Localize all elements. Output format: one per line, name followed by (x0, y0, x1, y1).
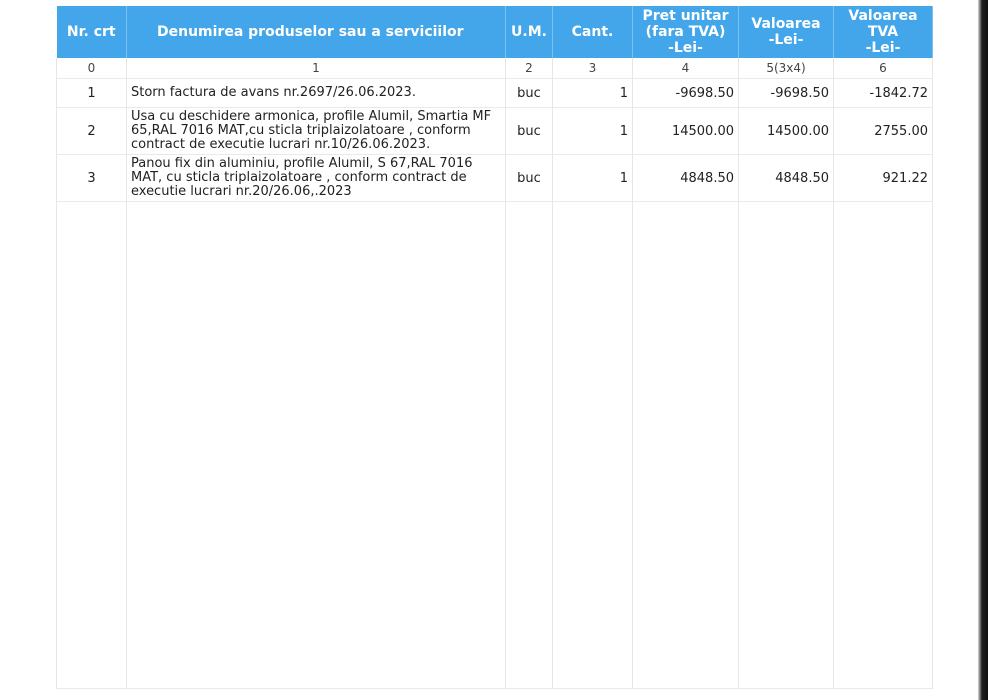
empty-cell (505, 201, 553, 689)
row-pret: 14500.00 (632, 107, 739, 155)
column-index-cell: 3 (552, 58, 633, 79)
row-valoare: -9698.50 (738, 78, 834, 108)
row-um: buc (505, 107, 553, 155)
row-valoare: 4848.50 (738, 154, 834, 202)
row-valoare: 14500.00 (738, 107, 834, 155)
empty-table-area (56, 201, 933, 689)
header-valoare-line1: Valoarea (751, 16, 821, 32)
column-index-cell: 0 (56, 58, 127, 79)
row-denumire-line: Usa cu deschidere armonica, profile Alum… (131, 109, 492, 124)
row-um: buc (505, 78, 553, 108)
row-cant: 1 (552, 78, 633, 108)
row-denumire: Panou fix din aluminiu, profile Alumil, … (126, 154, 506, 202)
header-nr-crt: Nr. crt (56, 6, 127, 58)
invoice-page: Nr. crt Denumirea produselor sau a servi… (0, 0, 978, 700)
row-denumire-line: MAT, cu sticla triplaizolatoare , confor… (131, 170, 467, 185)
row-denumire-line: contract de executie lucrari nr.10/26.06… (131, 137, 431, 152)
row-denumire: Storn factura de avans nr.2697/26.06.202… (126, 78, 506, 108)
row-tva: 921.22 (833, 154, 933, 202)
header-cant: Cant. (552, 6, 633, 58)
header-valoarea-tva: Valoarea TVA -Lei- (833, 6, 933, 58)
header-tva-line3: -Lei- (865, 40, 901, 56)
column-index-cell: 5(3x4) (738, 58, 834, 79)
row-tva: 2755.00 (833, 107, 933, 155)
table-header-row: Nr. crt Denumirea produselor sau a servi… (56, 6, 933, 58)
table-row: 2 Usa cu deschidere armonica, profile Al… (56, 107, 933, 155)
header-pret-line1: Pret unitar (642, 8, 729, 24)
header-valoarea: Valoarea -Lei- (738, 6, 834, 58)
empty-cell (56, 201, 127, 689)
table-row: 1 Storn factura de avans nr.2697/26.06.2… (56, 78, 933, 108)
row-denumire-line: executie lucrari nr.20/26.06,.2023 (131, 184, 352, 199)
header-pret-line2: (fara TVA) (645, 24, 726, 40)
column-index-cell: 1 (126, 58, 506, 79)
header-um: U.M. (505, 6, 553, 58)
row-nr: 3 (56, 154, 127, 202)
column-index-row: 0 1 2 3 4 5(3x4) 6 (56, 58, 933, 79)
header-valoare-line2: -Lei- (768, 32, 804, 48)
row-tva: -1842.72 (833, 78, 933, 108)
column-index-cell: 2 (505, 58, 553, 79)
header-pret-unitar: Pret unitar (fara TVA) -Lei- (632, 6, 739, 58)
empty-cell (632, 201, 739, 689)
page-edge-shadow (978, 0, 988, 700)
row-denumire-line: 65,RAL 7016 MAT,cu sticla triplaizolatoa… (131, 123, 471, 138)
empty-cell (738, 201, 834, 689)
invoice-items-table: Nr. crt Denumirea produselor sau a servi… (56, 6, 933, 689)
row-denumire-line: Panou fix din aluminiu, profile Alumil, … (131, 156, 473, 171)
row-cant: 1 (552, 154, 633, 202)
empty-cell (552, 201, 633, 689)
header-tva-line2: TVA (867, 24, 899, 40)
row-nr: 2 (56, 107, 127, 155)
header-denumire: Denumirea produselor sau a serviciilor (126, 6, 506, 58)
column-index-cell: 6 (833, 58, 933, 79)
row-denumire-line: Storn factura de avans nr.2697/26.06.202… (131, 85, 416, 100)
row-pret: 4848.50 (632, 154, 739, 202)
row-pret: -9698.50 (632, 78, 739, 108)
empty-cell (126, 201, 506, 689)
row-nr: 1 (56, 78, 127, 108)
row-denumire: Usa cu deschidere armonica, profile Alum… (126, 107, 506, 155)
row-um: buc (505, 154, 553, 202)
header-tva-line1: Valoarea (848, 8, 918, 24)
column-index-cell: 4 (632, 58, 739, 79)
table-row: 3 Panou fix din aluminiu, profile Alumil… (56, 154, 933, 202)
row-cant: 1 (552, 107, 633, 155)
empty-cell (833, 201, 933, 689)
header-pret-line3: -Lei- (668, 40, 703, 56)
